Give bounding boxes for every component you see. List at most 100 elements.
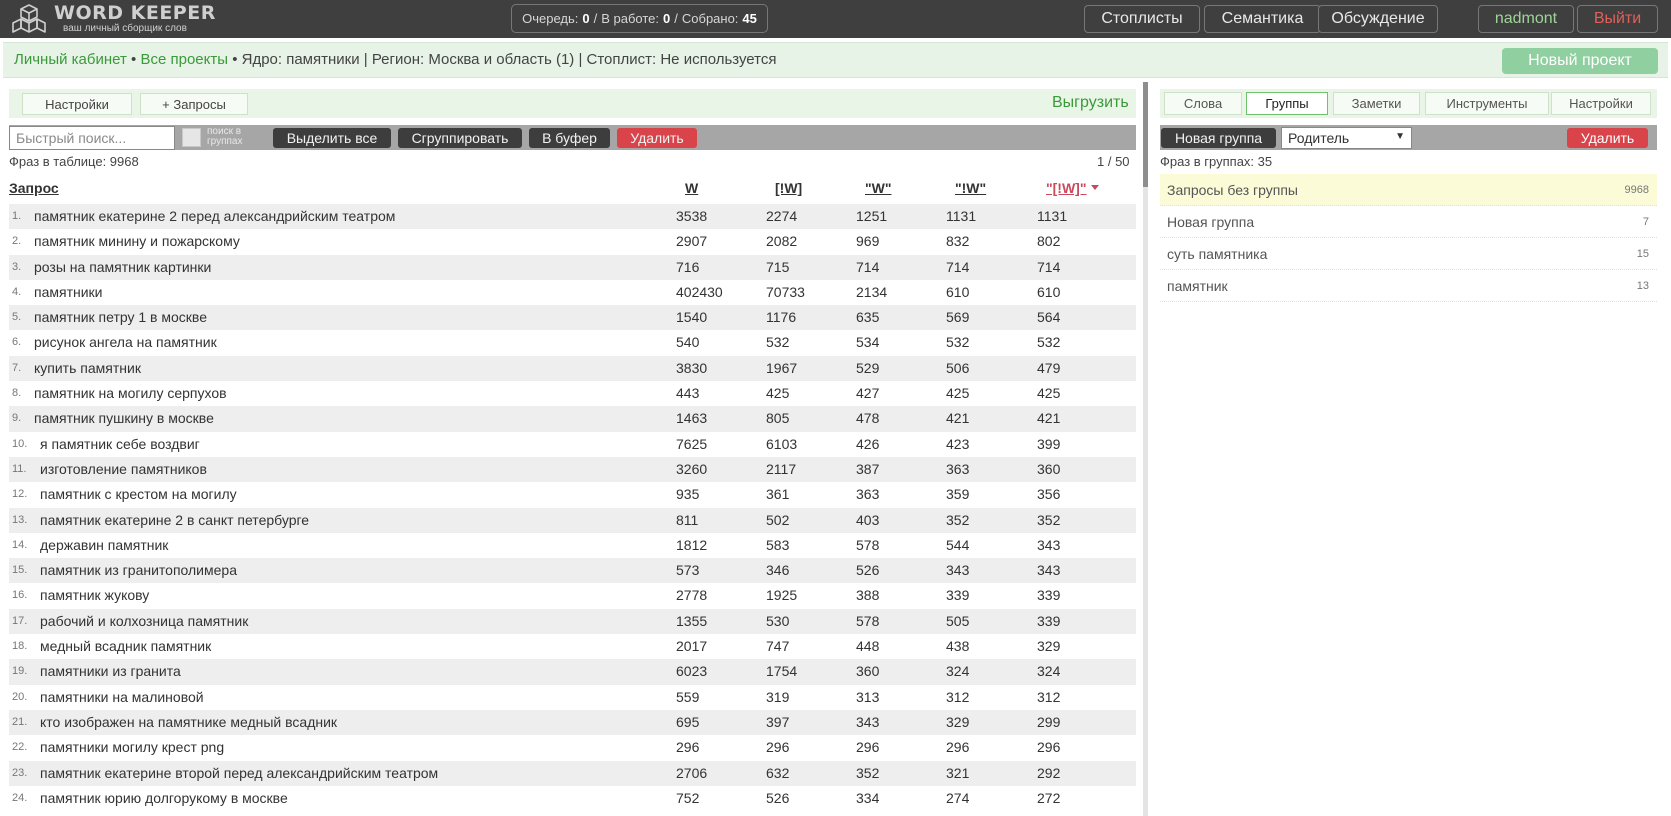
panel-splitter[interactable]	[1143, 82, 1148, 816]
new-group-button[interactable]: Новая группа	[1161, 128, 1276, 148]
table-row[interactable]: 7. купить памятник 3830 1967 529 506 479	[9, 355, 1136, 382]
frequency-cell: 427	[856, 385, 880, 402]
pager[interactable]: 1 / 50	[1097, 154, 1130, 169]
row-number: 15.	[12, 564, 28, 577]
export-link[interactable]: Выгрузить	[1052, 94, 1129, 112]
table-row[interactable]: 21. кто изображен на памятнике медный вса…	[9, 709, 1136, 736]
frequency-cell: 532	[1037, 334, 1061, 351]
table-row[interactable]: 23. памятник екатерине второй перед алекс…	[9, 760, 1136, 786]
table-row[interactable]: 4. памятники 402430 70733 2134 610 610	[9, 280, 1136, 305]
breadcrumb-bar: Личный кабинет • Все проекты • Ядро: пам…	[3, 42, 1668, 78]
group-count: 15	[1636, 248, 1649, 260]
group-name: суть памятника	[1167, 246, 1268, 262]
frequency-cell: 1463	[676, 410, 708, 427]
select-all-button[interactable]: Выделить все	[273, 128, 391, 148]
table-row[interactable]: 2. памятник минину и пожарскому 2907 2082 96…	[9, 229, 1136, 254]
query-text: розы на памятник картинки	[34, 258, 212, 275]
frequency-cell: 443	[676, 385, 700, 402]
scrollbar-thumb[interactable]	[1143, 82, 1148, 187]
parent-select[interactable]: Родитель ▼	[1281, 127, 1412, 149]
table-row[interactable]: 9. памятник пушкину в москве 1463 805 478 421…	[9, 406, 1136, 432]
settings-button[interactable]: Настройки	[22, 93, 132, 115]
tab-groups[interactable]: Группы	[1246, 92, 1328, 115]
queue-status: Очередь: 0 / В работе: 0 / Собрано: 45	[511, 4, 768, 33]
table-row[interactable]: 24. памятник юрию долгорукому в москве 752…	[9, 786, 1136, 811]
table-row[interactable]: 17. рабочий и колхозница памятник 1355 530 5…	[9, 608, 1136, 635]
group-item[interactable]: суть памятника 15	[1160, 238, 1657, 270]
stoplists-button[interactable]: Стоплисты	[1084, 5, 1200, 33]
table-row[interactable]: 14. державин памятник 1812 583 578 544 343	[9, 533, 1136, 558]
frequency-cell: 1754	[766, 663, 798, 680]
frequency-cell: 388	[856, 587, 880, 604]
tab-tools[interactable]: Инструменты	[1425, 92, 1549, 115]
frequency-cell: 352	[1037, 511, 1061, 528]
delete-group-button[interactable]: Удалить	[1567, 128, 1648, 148]
discussion-button[interactable]: Обсуждение	[1318, 5, 1438, 33]
frequency-cell: 532	[946, 334, 970, 351]
table-row[interactable]: 13. памятник екатерине 2 в санкт петербур…	[9, 507, 1136, 533]
user-button[interactable]: nadmont	[1478, 5, 1574, 33]
group-name: памятник	[1167, 278, 1228, 294]
table-row[interactable]: 5. памятник петру 1 в москве 1540 1176 635 56…	[9, 305, 1136, 331]
column-header-quoted-w[interactable]: "W"	[865, 180, 892, 196]
group-button[interactable]: Сгруппировать	[398, 128, 522, 148]
group-item[interactable]: Новая группа 7	[1160, 206, 1657, 238]
breadcrumb-details: • Ядро: памятники | Регион: Москва и обл…	[232, 51, 777, 68]
to-buffer-button[interactable]: В буфер	[529, 128, 610, 148]
frequency-cell: 532	[766, 334, 790, 351]
collected-value: 45	[742, 11, 757, 26]
table-row[interactable]: 18. медный всадник памятник 2017 747 448 438 3…	[9, 634, 1136, 659]
frequency-cell: 714	[856, 258, 880, 275]
frequency-cell: 423	[946, 435, 970, 452]
table-row[interactable]: 12. памятник с крестом на могилу 935 361 363…	[9, 482, 1136, 507]
table-row[interactable]: 11. изготовление памятников 3260 2117 387 363…	[9, 456, 1136, 483]
frequency-cell: 329	[1037, 638, 1061, 655]
table-row[interactable]: 8. памятник на могилу серпухов 443 425 427 42…	[9, 381, 1136, 406]
table-row[interactable]: 3. розы на памятник картинки 716 715 714 714 7…	[9, 254, 1136, 280]
table-row[interactable]: 1. памятник екатерине 2 перед александрий…	[9, 204, 1136, 230]
new-project-button[interactable]: Новый проект	[1502, 48, 1658, 74]
quick-search-input[interactable]	[9, 126, 175, 150]
table-row[interactable]: 22. памятники могилу крест png 296 296 296 29…	[9, 735, 1136, 760]
groups-phrase-count: Фраз в группах: 35	[1160, 154, 1273, 169]
frequency-cell: 1925	[766, 587, 798, 604]
table-row[interactable]: 10. я памятник себе воздвиг 7625 6103 426 423…	[9, 432, 1136, 457]
queue-value: 0	[582, 11, 590, 26]
tab-words[interactable]: Слова	[1164, 92, 1242, 115]
frequency-cell: 564	[1037, 309, 1061, 326]
frequency-cell: 1251	[856, 208, 888, 224]
table-row[interactable]: 16. памятник жукову 2778 1925 388 339 339	[9, 583, 1136, 608]
group-item[interactable]: памятник 13	[1160, 270, 1657, 302]
column-header-query[interactable]: Запрос	[9, 180, 59, 196]
logout-button[interactable]: Выйти	[1577, 5, 1658, 33]
column-header-quoted-exact-w[interactable]: "[!W]"	[1046, 180, 1086, 196]
row-number: 7.	[12, 361, 22, 374]
query-text: памятники могилу крест png	[40, 739, 225, 756]
frequency-cell: 502	[766, 511, 790, 528]
delete-queries-button[interactable]: Удалить	[617, 128, 697, 148]
column-header-quoted-exclam-w[interactable]: "!W"	[955, 180, 986, 196]
table-row[interactable]: 19. памятники из гранита 6023 1754 360 324 324	[9, 659, 1136, 685]
semantics-button[interactable]: Семантика	[1204, 5, 1321, 33]
table-row[interactable]: 6. рисунок ангела на памятник 540 532 534 532…	[9, 330, 1136, 355]
logo[interactable]: WORD KEEPER ваш личный сборщик слов	[12, 2, 216, 36]
column-header-exact-w[interactable]: [!W]	[775, 180, 802, 196]
frequency-cell: 714	[1037, 258, 1061, 275]
breadcrumb-projects-link[interactable]: Все проекты	[140, 51, 228, 68]
query-text: изготовление памятников	[40, 460, 207, 477]
row-number: 22.	[12, 741, 28, 754]
group-item[interactable]: Запросы без группы 9968	[1160, 174, 1657, 206]
row-number: 21.	[12, 715, 28, 728]
frequency-cell: 438	[946, 638, 970, 655]
tab-settings[interactable]: Настройки	[1551, 92, 1651, 115]
parent-select-value: Родитель	[1288, 130, 1350, 146]
column-header-w[interactable]: W	[685, 180, 698, 196]
table-row[interactable]: 20. памятники на малиновой 559 319 313 312 312	[9, 685, 1136, 710]
search-in-groups-checkbox[interactable]	[182, 128, 201, 147]
frequency-cell: 397	[766, 713, 790, 730]
frequency-cell: 2274	[766, 208, 798, 224]
add-queries-button[interactable]: + Запросы	[140, 93, 248, 115]
tab-notes[interactable]: Заметки	[1333, 92, 1420, 115]
table-row[interactable]: 15. памятник из гранитополимера 573 346 526 3…	[9, 558, 1136, 584]
breadcrumb-cabinet-link[interactable]: Личный кабинет	[14, 51, 127, 68]
